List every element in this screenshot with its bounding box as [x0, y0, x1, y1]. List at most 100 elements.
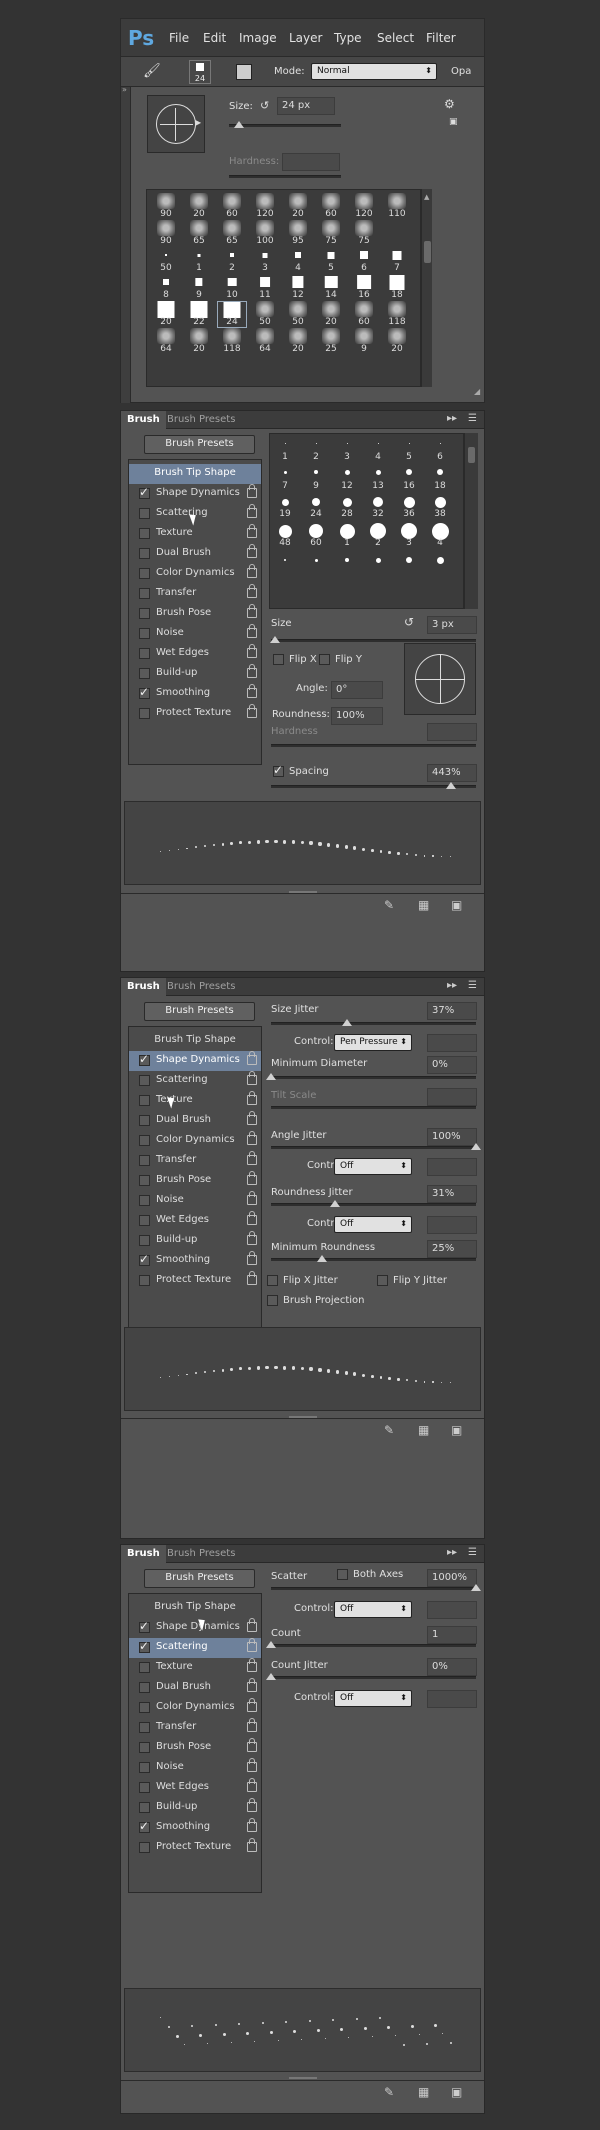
lock-icon[interactable]	[247, 1191, 257, 1205]
tip-arrow-icon[interactable]: ▶	[195, 118, 201, 127]
brush-preset-cell[interactable]: 20	[151, 301, 181, 328]
count-field[interactable]: 1	[427, 1626, 477, 1644]
scatter-slider[interactable]	[271, 1587, 476, 1590]
round-brush-icon[interactable]	[377, 442, 379, 444]
min-diameter-slider[interactable]	[271, 1076, 476, 1079]
brush-preset-cell[interactable]: 60	[316, 193, 346, 220]
min-diameter-field[interactable]: 0%	[427, 1056, 477, 1074]
round-brush-icon[interactable]	[283, 470, 287, 474]
round-brush-icon[interactable]	[439, 442, 441, 444]
brush-preset-cell[interactable]: 64	[151, 328, 181, 355]
collapse-icon[interactable]: ▸▸	[447, 980, 457, 991]
menu-filter[interactable]: Filter	[426, 31, 456, 45]
checkbox[interactable]: ✓	[139, 685, 150, 699]
count-jitter-slider[interactable]	[271, 1676, 476, 1679]
checkbox[interactable]: ✓	[139, 1639, 150, 1653]
scatter-control-dropdown[interactable]: Off	[334, 1601, 412, 1618]
reset-size-icon[interactable]: ↺	[404, 615, 414, 629]
list-item-protect-texture[interactable]: Protect Texture	[129, 1271, 261, 1291]
picker-gear-icon[interactable]: ⚙	[444, 97, 455, 111]
list-item-noise[interactable]: Noise	[129, 1758, 261, 1778]
grid-icon[interactable]: ▦	[418, 898, 429, 912]
brush-preset-cell[interactable]: 11	[250, 274, 280, 301]
list-item-wet-edges[interactable]: Wet Edges	[129, 644, 261, 664]
round-brush-icon[interactable]	[344, 469, 350, 475]
lock-icon[interactable]	[247, 1051, 257, 1065]
brush-preset-cell[interactable]: 50	[283, 301, 313, 328]
brush-preset-cell[interactable]: 12	[283, 274, 313, 301]
list-item-shape-dynamics[interactable]: ✓ Shape Dynamics	[129, 484, 261, 504]
lock-icon[interactable]	[247, 564, 257, 578]
tab-brush-presets[interactable]: Brush Presets	[161, 411, 241, 429]
scatter-thumb[interactable]	[471, 1584, 481, 1591]
brush-preset-cell[interactable]: 9	[184, 274, 214, 301]
collapse-icon[interactable]: »	[122, 85, 127, 94]
brush-preset-cell[interactable]: 75	[349, 220, 379, 247]
checkbox[interactable]	[139, 1175, 150, 1186]
lock-icon[interactable]	[247, 1698, 257, 1712]
grid-icon[interactable]: ▦	[418, 2085, 429, 2099]
brush-preset-cell[interactable]: 25	[316, 328, 346, 355]
size-control-dropdown[interactable]: Pen Pressure	[334, 1034, 412, 1051]
count-jitter-thumb[interactable]	[266, 1673, 276, 1680]
lock-icon[interactable]	[247, 1838, 257, 1852]
count-slider[interactable]	[271, 1644, 476, 1647]
list-item-wet-edges[interactable]: Wet Edges	[129, 1211, 261, 1231]
brush-preset-cell[interactable]: 110	[382, 193, 412, 220]
brush-preset-cell[interactable]: 22	[184, 301, 214, 328]
collapse-icon[interactable]: ▸▸	[447, 1547, 457, 1558]
list-item-dual-brush[interactable]: Dual Brush	[129, 1678, 261, 1698]
list-item-dual-brush[interactable]: Dual Brush	[129, 1111, 261, 1131]
list-item-color-dynamics[interactable]: Color Dynamics	[129, 1131, 261, 1151]
lock-icon[interactable]	[247, 1738, 257, 1752]
round-brush-icon[interactable]	[408, 442, 410, 444]
new-brush-icon[interactable]: ▣	[451, 898, 462, 912]
spacing-field[interactable]: 443%	[427, 764, 477, 782]
round-brush-icon[interactable]	[314, 470, 318, 474]
lock-icon[interactable]	[247, 544, 257, 558]
list-item-scattering[interactable]: ✓ Scattering	[129, 1638, 261, 1658]
angle-jitter-slider[interactable]	[271, 1146, 476, 1149]
count-thumb[interactable]	[266, 1641, 276, 1648]
checkbox[interactable]	[139, 548, 150, 559]
round-brush-icon[interactable]	[284, 442, 286, 444]
brush-preset-cell[interactable]: 10	[217, 274, 247, 301]
brush-preset-cell[interactable]: 120	[250, 193, 280, 220]
panel-menu-icon[interactable]: ☰	[468, 413, 477, 424]
round-brush-icon[interactable]	[281, 498, 289, 506]
lock-icon[interactable]	[247, 1818, 257, 1832]
lock-icon[interactable]	[247, 1231, 257, 1245]
round-brush-icon[interactable]	[406, 469, 412, 475]
tab-brush-presets[interactable]: Brush Presets	[161, 978, 241, 996]
lock-icon[interactable]	[247, 504, 257, 518]
list-item-brush-tip-shape[interactable]: Brush Tip Shape	[129, 464, 261, 484]
lock-icon[interactable]	[247, 664, 257, 678]
list-item-smoothing[interactable]: ✓ Smoothing	[129, 684, 261, 704]
menu-layer[interactable]: Layer	[289, 31, 322, 45]
brush-preset-cell[interactable]: 90	[151, 220, 181, 247]
round-brush-icon[interactable]	[309, 524, 323, 538]
round-brush-icon[interactable]	[375, 469, 381, 475]
brush-presets-button[interactable]: Brush Presets	[144, 435, 255, 454]
lock-icon[interactable]	[247, 1111, 257, 1125]
checkbox[interactable]	[139, 608, 150, 619]
round-brush-icon[interactable]	[406, 557, 412, 563]
menu-image[interactable]: Image	[239, 31, 277, 45]
angle-control-dropdown[interactable]: Off	[334, 1158, 412, 1175]
brush-preset-cell[interactable]: 20	[184, 328, 214, 355]
round-brush-icon[interactable]	[370, 523, 386, 539]
brush-preset-cell[interactable]: 20	[382, 328, 412, 355]
list-item-noise[interactable]: Noise	[129, 1191, 261, 1211]
list-item-noise[interactable]: Noise	[129, 624, 261, 644]
list-item-protect-texture[interactable]: Protect Texture	[129, 704, 261, 724]
size-jitter-slider[interactable]	[271, 1022, 476, 1025]
checkbox[interactable]	[139, 1722, 150, 1733]
brush-preset-cell[interactable]: 8	[151, 274, 181, 301]
lock-icon[interactable]	[247, 1758, 257, 1772]
lock-icon[interactable]	[247, 1798, 257, 1812]
lock-icon[interactable]	[247, 1251, 257, 1265]
list-item-brush-tip-shape[interactable]: Brush Tip Shape	[129, 1031, 261, 1051]
tab-brush[interactable]: Brush	[121, 411, 166, 429]
picker-size-slider[interactable]	[229, 124, 341, 127]
collapse-icon[interactable]: ▸▸	[447, 413, 457, 424]
